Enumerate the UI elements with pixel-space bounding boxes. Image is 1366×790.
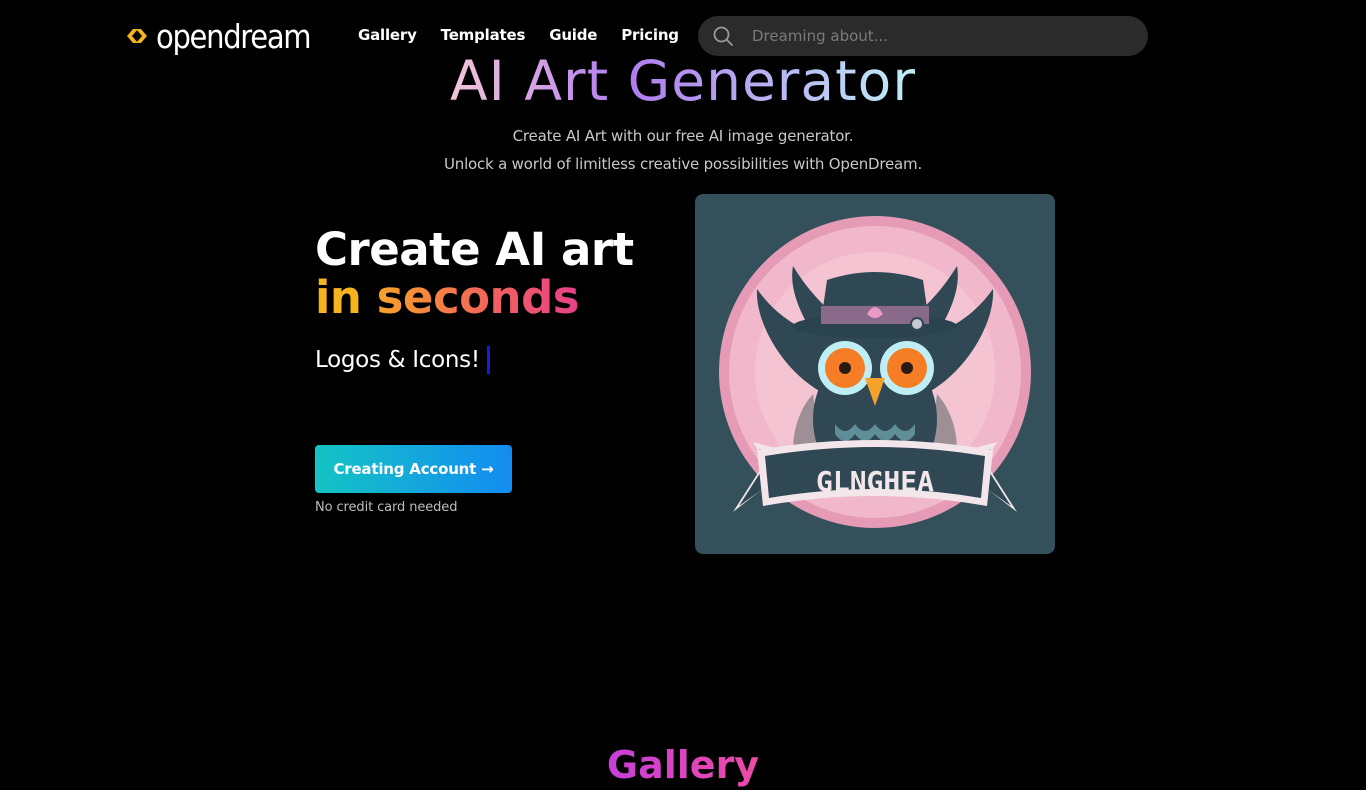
hero-subtitle-line1: Create AI Art with our free AI image gen… <box>512 127 854 145</box>
typewriter-phrase: Logos & Icons! <box>315 347 480 373</box>
hero-subtitle-line2: Unlock a world of limitless creative pos… <box>443 155 923 173</box>
typewriter-text: Logos & Icons! <box>315 344 490 376</box>
promo-headline: Create AI art in seconds <box>315 226 634 322</box>
cta-note: No credit card needed <box>315 500 458 515</box>
search-icon[interactable] <box>712 25 734 47</box>
nav-link-gallery[interactable]: Gallery <box>358 24 417 46</box>
logo-mark-icon <box>127 29 147 43</box>
logo-wordmark: opendream <box>156 16 312 56</box>
search-input[interactable] <box>750 26 1110 46</box>
main-nav: Gallery Templates Guide Pricing <box>358 24 679 46</box>
promo-headline-seconds: seconds <box>376 271 580 324</box>
gallery-heading: Gallery <box>0 740 1366 790</box>
artwork-banner-text: GLNGHEA <box>816 465 934 498</box>
owl-logo-image: GLNGHEA <box>719 216 1031 528</box>
search-bar[interactable] <box>698 16 1148 56</box>
nav-link-guide[interactable]: Guide <box>549 24 597 46</box>
promo-headline-line1: Create AI art <box>315 223 634 276</box>
gallery-heading-text: Gallery <box>606 743 760 787</box>
opendream-logo[interactable]: opendream <box>124 16 331 56</box>
typewriter-caret <box>486 346 490 374</box>
sample-artwork-owl-logo: GLNGHEA <box>695 194 1055 554</box>
create-account-button[interactable]: Creating Account → <box>315 445 512 493</box>
top-navbar: opendream Gallery Templates Guide Pricin… <box>0 0 1366 72</box>
promo-headline-line2: in seconds <box>315 274 634 322</box>
nav-link-templates[interactable]: Templates <box>441 24 526 46</box>
promo-headline-in: in <box>315 271 362 324</box>
nav-link-pricing[interactable]: Pricing <box>621 24 679 46</box>
